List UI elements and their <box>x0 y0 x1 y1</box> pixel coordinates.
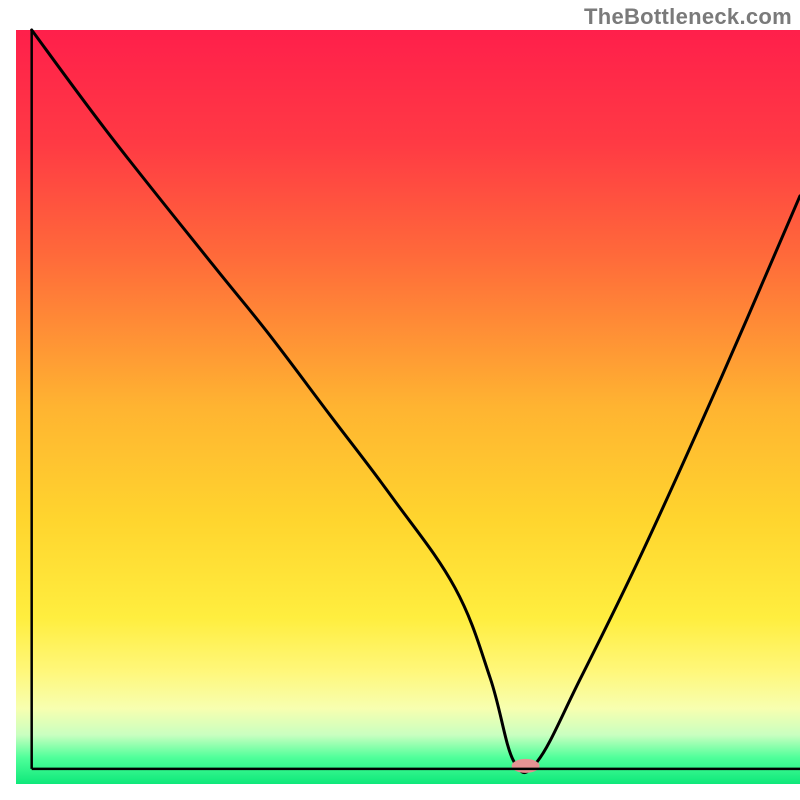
marker-group <box>512 759 540 773</box>
optimal-marker <box>512 759 540 773</box>
plot-background <box>16 30 800 784</box>
chart-svg <box>0 0 800 800</box>
watermark-text: TheBottleneck.com <box>584 4 792 30</box>
bottleneck-chart: TheBottleneck.com <box>0 0 800 800</box>
